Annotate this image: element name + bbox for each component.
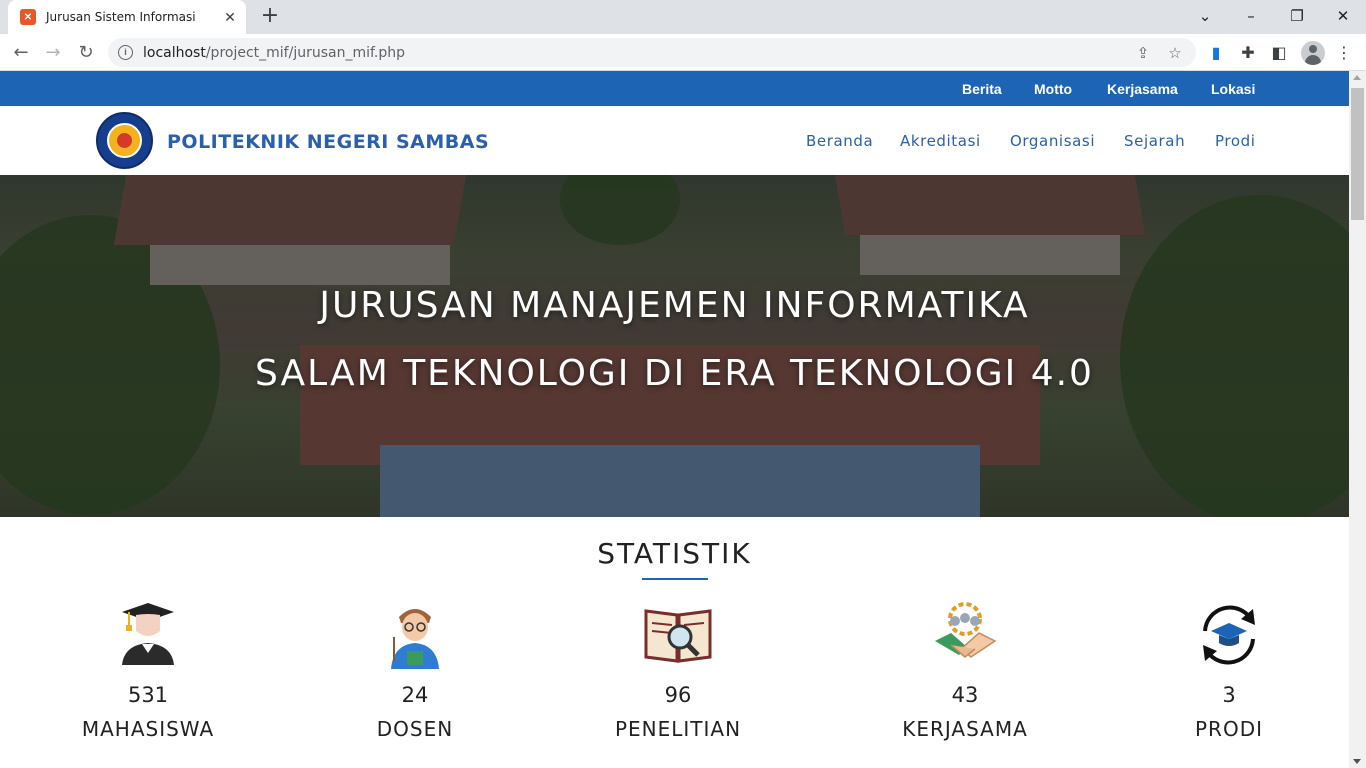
side-panel-icon[interactable]: ◧ xyxy=(1268,42,1290,64)
tab-title: Jurusan Sistem Informasi xyxy=(46,10,196,24)
hero-banner: JURUSAN MANAJEMEN INFORMATIKA SALAM TEKN… xyxy=(0,175,1349,517)
stat-kerjasama: 43 KERJASAMA xyxy=(875,601,1055,741)
share-icon[interactable]: ⇪ xyxy=(1133,43,1153,63)
page-scrollbar[interactable] xyxy=(1349,71,1366,768)
teacher-icon xyxy=(381,601,449,669)
stat-value: 24 xyxy=(401,683,429,707)
xampp-favicon-icon: ✕ xyxy=(20,9,36,25)
page-viewport: Berita Motto Kerjasama Lokasi POLITEKNIK… xyxy=(0,71,1349,768)
hero-heading: JURUSAN MANAJEMEN INFORMATIKA xyxy=(319,285,1030,326)
site-brand[interactable]: POLITEKNIK NEGERI SAMBAS xyxy=(167,131,489,153)
browser-toolbar: ← → ↻ i localhost/project_mif/jurusan_mi… xyxy=(0,34,1366,71)
site-header: POLITEKNIK NEGERI SAMBAS Beranda Akredit… xyxy=(0,106,1349,175)
scroll-thumb[interactable] xyxy=(1351,88,1364,220)
stat-label: PENELITIAN xyxy=(614,717,742,741)
new-tab-button[interactable]: + xyxy=(258,5,282,29)
stat-label: KERJASAMA xyxy=(902,717,1028,741)
stat-label: MAHASISWA xyxy=(81,717,215,741)
handshake-icon xyxy=(931,601,999,669)
stat-label: PRODI xyxy=(1195,717,1263,741)
minimize-button[interactable]: – xyxy=(1239,5,1263,29)
polytechnic-logo[interactable] xyxy=(96,112,153,169)
site-info-icon[interactable]: i xyxy=(118,45,133,60)
stat-value: 96 xyxy=(664,683,692,707)
stat-dosen: 24 DOSEN xyxy=(325,601,505,741)
scroll-down-icon[interactable] xyxy=(1353,759,1361,764)
more-menu-icon[interactable]: ⋮ xyxy=(1333,42,1355,64)
statistik-underline xyxy=(642,578,708,580)
topbar-link-lokasi[interactable]: Lokasi xyxy=(1211,81,1255,97)
stat-value: 3 xyxy=(1222,683,1236,707)
url-text: localhost/project_mif/jurusan_mif.php xyxy=(143,44,405,61)
stat-value: 43 xyxy=(951,683,979,707)
stat-penelitian: 96 PENELITIAN xyxy=(588,601,768,741)
tab-close-icon[interactable]: ✕ xyxy=(222,9,238,25)
bookmark-star-icon[interactable]: ☆ xyxy=(1165,43,1185,63)
hero-subheading: SALAM TEKNOLOGI DI ERA TEKNOLOGI 4.0 xyxy=(255,353,1094,394)
nav-item-beranda[interactable]: Beranda xyxy=(806,132,873,150)
tab-search-icon[interactable]: ⌄ xyxy=(1193,5,1217,29)
research-book-icon xyxy=(644,601,712,669)
address-bar[interactable]: i localhost/project_mif/jurusan_mif.php … xyxy=(108,38,1196,67)
nav-item-akreditasi[interactable]: Akreditasi xyxy=(900,132,981,150)
topbar-link-motto[interactable]: Motto xyxy=(1034,81,1072,97)
extensions-puzzle-icon[interactable]: ✚ xyxy=(1237,42,1259,64)
browser-tab-bar: ✕ Jurusan Sistem Informasi ✕ + ⌄ – ❐ ✕ xyxy=(0,0,1366,34)
stat-label: DOSEN xyxy=(376,717,454,741)
close-window-button[interactable]: ✕ xyxy=(1331,5,1355,29)
extension-icon[interactable]: ▮ xyxy=(1205,42,1227,64)
topbar-link-berita[interactable]: Berita xyxy=(962,81,1002,97)
nav-item-sejarah[interactable]: Sejarah xyxy=(1124,132,1185,150)
browser-tab[interactable]: ✕ Jurusan Sistem Informasi ✕ xyxy=(8,0,246,34)
graduation-cycle-icon xyxy=(1195,601,1263,669)
restore-button[interactable]: ❐ xyxy=(1285,5,1309,29)
reload-icon[interactable]: ↻ xyxy=(73,40,99,66)
scroll-up-icon[interactable] xyxy=(1353,75,1361,80)
stat-prodi: 3 PRODI xyxy=(1139,601,1319,741)
nav-item-organisasi[interactable]: Organisasi xyxy=(1010,132,1095,150)
topbar-link-kerjasama[interactable]: Kerjasama xyxy=(1107,81,1178,97)
back-icon[interactable]: ← xyxy=(8,40,34,66)
profile-avatar[interactable] xyxy=(1301,41,1325,65)
stat-mahasiswa: 531 MAHASISWA xyxy=(58,601,238,741)
stat-value: 531 xyxy=(127,683,169,707)
nav-item-prodi[interactable]: Prodi xyxy=(1215,132,1256,150)
graduate-icon xyxy=(114,601,182,669)
forward-icon[interactable]: → xyxy=(40,40,66,66)
top-link-bar: Berita Motto Kerjasama Lokasi xyxy=(0,71,1349,106)
statistik-title: STATISTIK xyxy=(597,537,752,570)
